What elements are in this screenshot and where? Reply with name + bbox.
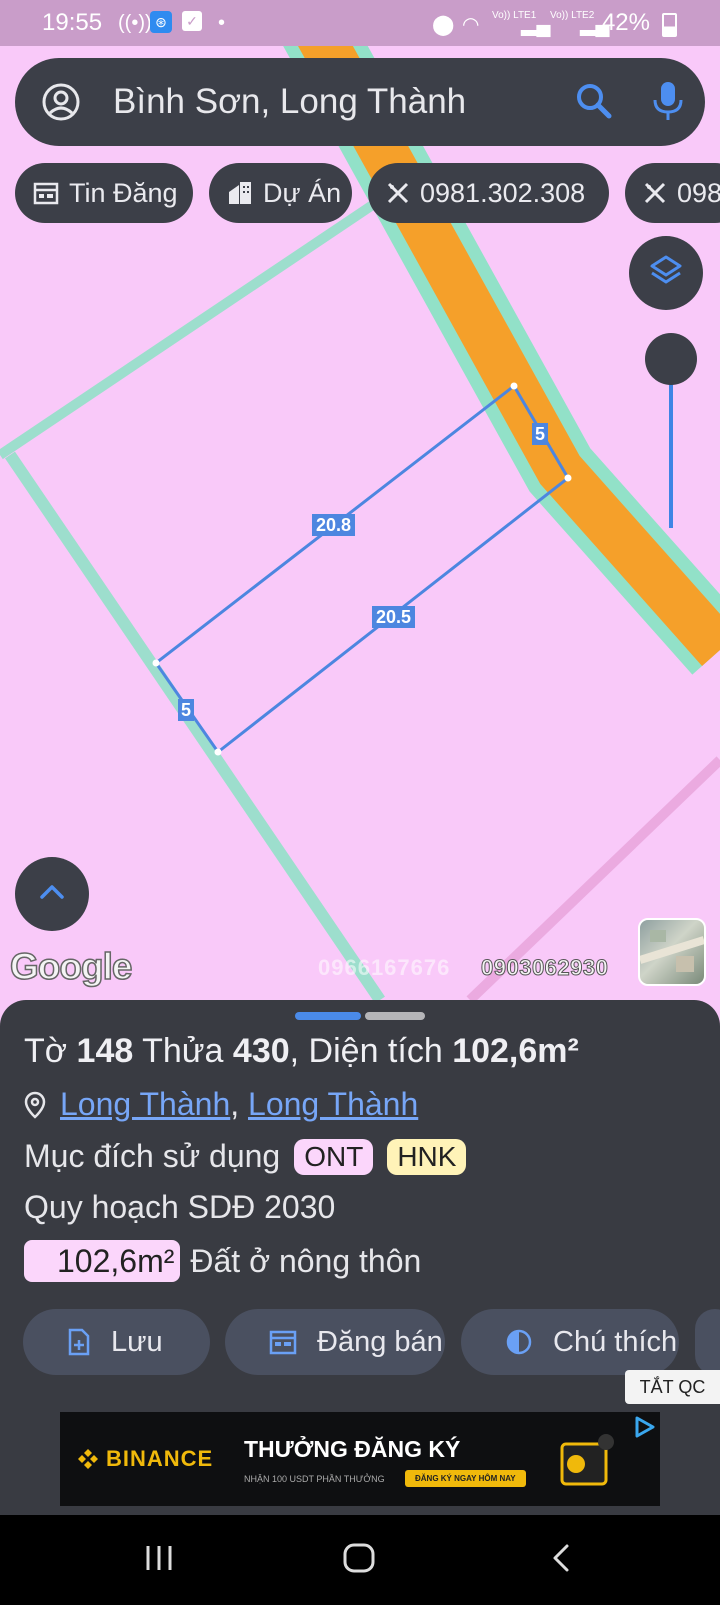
sheet-number: 148 — [76, 1032, 134, 1070]
land-purpose: Mục đích sử dụng ONT HNK — [24, 1138, 467, 1175]
purpose-badge-hnk[interactable]: HNK — [387, 1138, 467, 1175]
chip-tin-dang[interactable]: Tin Đăng — [15, 163, 193, 223]
post-sale-label: Đăng bán — [317, 1325, 443, 1358]
status-bar: 19:55 ((•)) ⊛ ✓ • ⬤ ◠ Vo)) LTE1 ▂▄ Vo)) … — [0, 0, 720, 46]
purpose-badge-ont[interactable]: ONT — [294, 1138, 374, 1175]
location-icon: ⬤ — [432, 14, 455, 36]
watermark-phone-2: 0903062930 — [480, 955, 609, 981]
chevron-up-icon — [38, 882, 66, 907]
search-icon[interactable] — [573, 80, 615, 127]
map-view[interactable]: 20.8 20.5 5 5 Google 0966167676 09030629… — [0, 0, 720, 1000]
account-icon[interactable] — [41, 82, 81, 127]
purpose-label: Mục đích sử dụng — [24, 1138, 281, 1174]
ad-brand-label: BINANCE — [106, 1446, 214, 1471]
sheet-handle[interactable] — [365, 1012, 425, 1020]
opacity-slider-track[interactable] — [669, 362, 673, 528]
chip-du-an[interactable]: Dự Án — [209, 163, 352, 223]
wifi-app-icon: ⊛ — [150, 11, 172, 33]
listing-icon — [269, 1329, 297, 1355]
plan-type: Đất ở nông thôn — [190, 1242, 422, 1279]
collapse-button[interactable] — [15, 857, 89, 931]
chip-label: Dự Án — [263, 177, 342, 208]
chip-phone-1[interactable]: 0981.302.308 — [368, 163, 609, 223]
chip-label: Tin Đăng — [69, 177, 178, 208]
plot-number: 430 — [232, 1032, 290, 1070]
ward-link[interactable]: Long Thành — [60, 1086, 230, 1123]
home-icon[interactable] — [342, 1543, 376, 1578]
adchoices-icon[interactable] — [634, 1416, 656, 1443]
chip-label: 098 — [677, 177, 720, 208]
save-label: Lưu — [111, 1325, 163, 1358]
edge-label-left: 5 — [178, 699, 195, 721]
ad-gift-image — [560, 1434, 614, 1486]
parcel-location: Long Thành, Long Thành — [24, 1086, 418, 1123]
edge-label-bottom: 20.5 — [372, 606, 416, 628]
sheet-handle-active[interactable] — [295, 1012, 361, 1020]
plan-area-badge: 102,6m² — [24, 1240, 181, 1282]
status-time: 19:55 — [42, 9, 103, 36]
plan-label: Quy hoạch SDĐ 2030 — [24, 1189, 336, 1225]
legend-label: Chú thích — [553, 1325, 678, 1358]
parcel-area: 102,6m² — [452, 1032, 579, 1070]
signal1-icon: ▂▄ — [521, 14, 551, 36]
post-sale-button[interactable]: Đăng bán — [225, 1309, 445, 1375]
battery-icon — [662, 13, 677, 37]
layers-icon — [648, 253, 684, 294]
search-input[interactable]: Bình Sơn, Long Thành — [113, 82, 466, 122]
opacity-slider-knob[interactable] — [645, 333, 697, 385]
edge-label-right: 5 — [532, 423, 549, 445]
parcel-title: Tờ 148 Thửa 430, Diện tích 102,6m² — [24, 1032, 579, 1071]
district-link[interactable]: Long Thành — [248, 1086, 418, 1123]
wifi-icon: ◠ — [462, 14, 480, 36]
ad-subline: NHẬN 100 USDT PHẦN THƯỞNG — [244, 1474, 385, 1484]
plan-area-row: 102,6m² Đất ở nông thôn — [24, 1240, 421, 1282]
binance-logo-icon — [78, 1449, 98, 1469]
watermark-phone-1: 0966167676 — [318, 955, 451, 980]
more-action-button[interactable] — [695, 1309, 720, 1375]
dot-icon: • — [218, 12, 226, 34]
system-nav-bar — [0, 1515, 720, 1605]
battery-level: 42% — [601, 9, 650, 36]
ruler-pencil-icon — [643, 181, 667, 205]
close-ad-button[interactable]: TẮT QC — [625, 1370, 720, 1404]
chip-label: 0981.302.308 — [420, 177, 586, 208]
calendar-icon — [33, 181, 59, 205]
mic-icon[interactable] — [650, 80, 686, 127]
area-word: , Diện tích — [289, 1032, 443, 1070]
hotspot-icon: ((•)) — [118, 12, 152, 34]
recent-apps-icon[interactable] — [143, 1543, 175, 1578]
title-prefix: Tờ — [24, 1032, 68, 1070]
search-bar[interactable]: Bình Sơn, Long Thành — [15, 58, 705, 146]
contrast-icon — [505, 1328, 533, 1356]
map-canvas — [0, 0, 720, 1000]
satellite-thumbnail[interactable] — [638, 918, 706, 986]
save-doc-icon — [67, 1328, 91, 1356]
chip-phone-2[interactable]: 098 — [625, 163, 720, 223]
ad-cta[interactable]: ĐĂNG KÝ NGAY HÔM NAY — [405, 1470, 526, 1487]
building-icon — [227, 180, 253, 206]
edge-label-top: 20.8 — [312, 514, 356, 536]
check-icon: ✓ — [182, 11, 202, 31]
ruler-pencil-icon — [386, 181, 410, 205]
back-icon[interactable] — [550, 1543, 572, 1578]
layers-button[interactable] — [629, 236, 703, 310]
plot-word: Thửa — [142, 1032, 224, 1070]
save-button[interactable]: Lưu — [23, 1309, 210, 1375]
ad-headline: THƯỞNG ĐĂNG KÝ — [244, 1436, 461, 1462]
google-logo: Google — [9, 945, 133, 988]
ad-banner[interactable]: BINANCE THƯỞNG ĐĂNG KÝ NHẬN 100 USDT PHẦ… — [60, 1412, 660, 1506]
legend-button[interactable]: Chú thích — [461, 1309, 679, 1375]
pin-icon — [24, 1091, 46, 1119]
ad-brand: BINANCE — [76, 1446, 213, 1472]
